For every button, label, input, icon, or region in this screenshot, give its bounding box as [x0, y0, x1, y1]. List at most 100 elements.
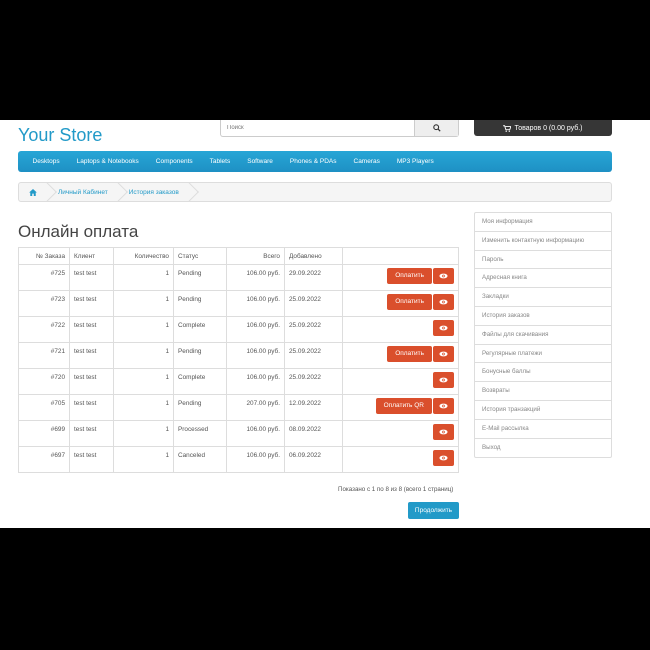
table-row: #723 test test 1 Pending 106.00 руб. 25.09.20… [18, 290, 459, 317]
menu-item[interactable]: Desktops [24, 158, 68, 165]
pagination-text: Показано с 1 по 8 из 8 (всего 1 страниц) [338, 486, 454, 493]
view-order-button[interactable] [433, 294, 454, 310]
cart-button[interactable]: Товаров 0 (0.00 руб.) [474, 120, 612, 136]
view-order-button[interactable] [433, 372, 454, 388]
order-total: 106.00 руб. [226, 446, 285, 473]
col-status: Статус [173, 247, 227, 265]
view-order-button[interactable] [433, 450, 454, 466]
sidebar-item[interactable]: История транзакций [475, 401, 611, 420]
menu-item[interactable]: Software [239, 158, 282, 165]
menu-item[interactable]: Tablets [201, 158, 239, 165]
col-quantity: Количество [113, 247, 174, 265]
order-client: test test [69, 264, 114, 291]
sidebar-item[interactable]: Моя информация [475, 213, 611, 232]
order-date: 08.09.2022 [284, 420, 343, 447]
order-client: test test [69, 290, 114, 317]
col-actions [342, 247, 459, 265]
menu-item[interactable]: Cameras [345, 158, 388, 165]
eye-icon [439, 299, 448, 305]
order-date: 12.09.2022 [284, 394, 343, 421]
sidebar-item[interactable]: Файлы для скачивания [475, 326, 611, 345]
order-id: #720 [18, 368, 70, 395]
order-quantity: 1 [113, 316, 174, 343]
sidebar-item[interactable]: Пароль [475, 251, 611, 270]
order-total: 106.00 руб. [226, 420, 285, 447]
order-client: test test [69, 316, 114, 343]
eye-icon [439, 403, 448, 409]
order-date: 06.09.2022 [284, 446, 343, 473]
search-input[interactable] [221, 120, 414, 136]
menu-item[interactable]: MP3 Players [388, 158, 442, 165]
table-row: #722 test test 1 Complete 106.00 руб. 25.09.2… [18, 316, 459, 343]
order-status: Pending [173, 290, 227, 317]
sidebar-item[interactable]: Выход [475, 439, 611, 458]
order-actions: Оплатить QR [342, 394, 459, 421]
order-quantity: 1 [113, 420, 174, 447]
order-id: #705 [18, 394, 70, 421]
menu-item[interactable]: Phones & PDAs [281, 158, 345, 165]
order-date: 25.09.2022 [284, 316, 343, 343]
eye-icon [439, 273, 448, 279]
order-id: #722 [18, 316, 70, 343]
page-title: Онлайн оплата [18, 222, 139, 241]
view-order-button[interactable] [433, 424, 454, 440]
view-order-button[interactable] [433, 320, 454, 336]
sidebar-item[interactable]: Возвраты [475, 382, 611, 401]
sidebar-item[interactable]: Изменить контактную информацию [475, 232, 611, 251]
menu-item[interactable]: Laptops & Notebooks [68, 158, 147, 165]
continue-button[interactable]: Продолжить [408, 502, 459, 519]
order-id: #721 [18, 342, 70, 369]
order-quantity: 1 [113, 368, 174, 395]
order-quantity: 1 [113, 264, 174, 291]
sidebar-item[interactable]: Закладки [475, 288, 611, 307]
breadcrumb-separator [189, 182, 190, 202]
eye-icon [439, 325, 448, 331]
search-bar [220, 120, 459, 137]
table-row: #725 test test 1 Pending 106.00 руб. 29.09.20… [18, 264, 459, 291]
col-total: Всего [226, 247, 285, 265]
view-order-button[interactable] [433, 398, 454, 414]
cart-icon [503, 124, 512, 132]
order-actions [342, 420, 459, 447]
order-client: test test [69, 394, 114, 421]
search-button[interactable] [414, 120, 458, 136]
order-date: 25.09.2022 [284, 290, 343, 317]
order-date: 25.09.2022 [284, 368, 343, 395]
pay-button[interactable]: Оплатить [387, 294, 432, 310]
order-status: Complete [173, 368, 227, 395]
sidebar-item[interactable]: Бонусные баллы [475, 363, 611, 383]
store-logo[interactable]: Your Store [18, 125, 102, 146]
order-status: Complete [173, 316, 227, 343]
eye-icon [439, 351, 448, 357]
main-menu: Desktops Laptops & Notebooks Components Tab… [18, 151, 612, 172]
view-order-button[interactable] [433, 268, 454, 284]
sidebar-item[interactable]: История заказов [475, 307, 611, 326]
order-total: 106.00 руб. [226, 342, 285, 369]
order-actions: Оплатить [342, 290, 459, 317]
order-client: test test [69, 420, 114, 447]
col-client: Клиент [69, 247, 114, 265]
pay-button[interactable]: Оплатить [387, 268, 432, 284]
order-quantity: 1 [113, 290, 174, 317]
order-client: test test [69, 368, 114, 395]
eye-icon [439, 455, 448, 461]
sidebar-item[interactable]: E-Mail рассылка [475, 420, 611, 439]
order-actions [342, 446, 459, 473]
orders-table: № Заказа Клиент Количество Статус Всего … [18, 247, 459, 473]
order-status: Pending [173, 342, 227, 369]
eye-icon [439, 377, 448, 383]
account-sidebar: Моя информация Изменить контактную информ… [474, 212, 612, 459]
pay-button[interactable]: Оплатить QR [375, 398, 432, 414]
order-quantity: 1 [113, 342, 174, 369]
home-icon [29, 188, 37, 196]
table-row: #721 test test 1 Pending 106.00 руб. 25.09.20… [18, 342, 459, 369]
sidebar-item[interactable]: Адресная книга [475, 269, 611, 289]
sidebar-item[interactable]: Регулярные платежи [475, 345, 611, 364]
search-icon [432, 124, 441, 132]
eye-icon [439, 429, 448, 435]
pay-button[interactable]: Оплатить [387, 346, 432, 362]
col-order-id: № Заказа [18, 247, 70, 265]
view-order-button[interactable] [433, 346, 454, 362]
col-date: Добавлено [284, 247, 343, 265]
menu-item[interactable]: Components [147, 158, 201, 165]
